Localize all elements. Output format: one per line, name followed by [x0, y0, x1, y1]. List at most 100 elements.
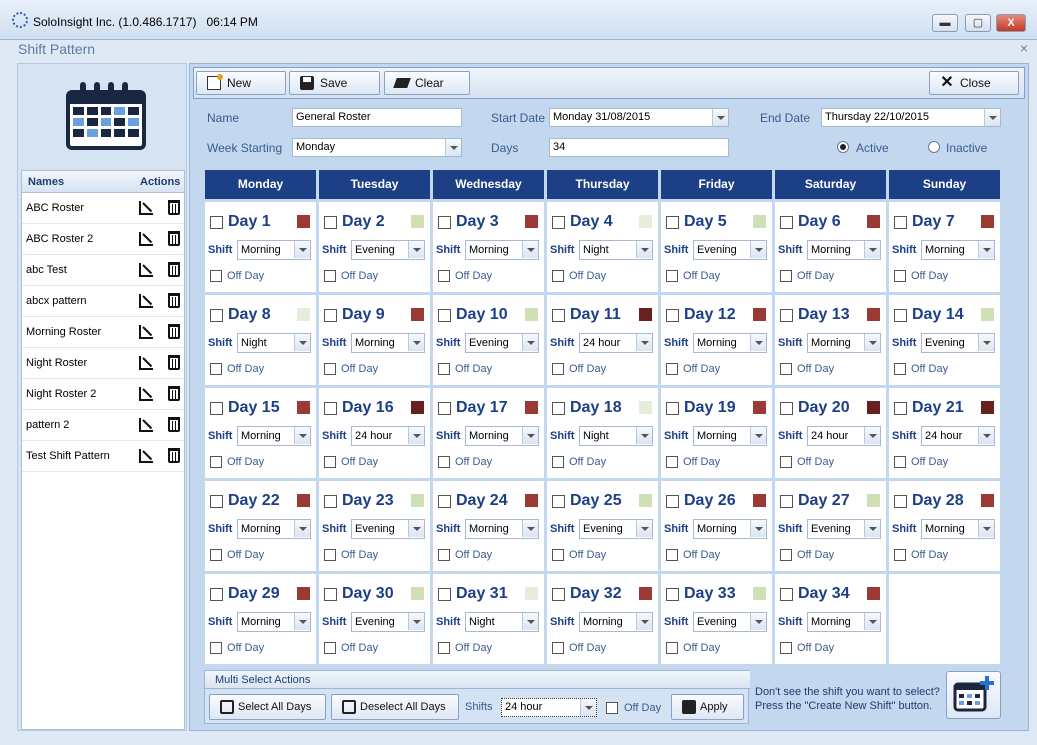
- active-radio[interactable]: [837, 141, 849, 153]
- trash-icon[interactable]: [168, 417, 180, 432]
- save-button[interactable]: Save: [289, 71, 380, 95]
- off-day-checkbox[interactable]: [894, 456, 906, 468]
- inactive-radio[interactable]: [928, 141, 940, 153]
- chevron-down-icon[interactable]: [294, 427, 310, 444]
- new-button[interactable]: New: [196, 71, 286, 95]
- trash-icon[interactable]: [168, 293, 180, 308]
- pattern-list-item[interactable]: abcx pattern: [22, 286, 184, 317]
- shift-select[interactable]: 24 hour: [807, 426, 881, 446]
- day-select-checkbox[interactable]: [210, 402, 223, 415]
- apply-button[interactable]: Apply: [671, 694, 744, 720]
- window-close-button[interactable]: X: [996, 14, 1026, 32]
- shift-select[interactable]: Evening: [351, 612, 425, 632]
- shift-select[interactable]: Evening: [693, 240, 767, 260]
- day-select-checkbox[interactable]: [438, 588, 451, 601]
- day-select-checkbox[interactable]: [666, 309, 679, 322]
- off-day-checkbox[interactable]: [666, 549, 678, 561]
- chevron-down-icon[interactable]: [864, 427, 880, 444]
- shift-select[interactable]: Evening: [693, 612, 767, 632]
- off-day-checkbox[interactable]: [438, 456, 450, 468]
- off-day-checkbox[interactable]: [666, 270, 678, 282]
- chevron-down-icon[interactable]: [712, 109, 728, 126]
- pattern-list-item[interactable]: ABC Roster 2: [22, 224, 184, 255]
- pattern-list-item[interactable]: ABC Roster: [22, 193, 184, 224]
- off-day-checkbox[interactable]: [438, 270, 450, 282]
- shift-select[interactable]: Morning: [693, 333, 767, 353]
- trash-icon[interactable]: [168, 355, 180, 370]
- trash-icon[interactable]: [168, 200, 180, 215]
- off-day-checkbox[interactable]: [324, 642, 336, 654]
- shift-select[interactable]: Evening: [351, 240, 425, 260]
- day-select-checkbox[interactable]: [324, 495, 337, 508]
- chevron-down-icon[interactable]: [636, 427, 652, 444]
- chevron-down-icon[interactable]: [636, 241, 652, 258]
- day-select-checkbox[interactable]: [780, 309, 793, 322]
- off-day-checkbox[interactable]: [666, 456, 678, 468]
- shift-select[interactable]: Morning: [351, 333, 425, 353]
- start-date-picker[interactable]: Monday 31/08/2015: [549, 108, 729, 127]
- off-day-checkbox[interactable]: [780, 270, 792, 282]
- select-all-days-button[interactable]: Select All Days: [209, 694, 326, 720]
- day-select-checkbox[interactable]: [780, 402, 793, 415]
- off-day-checkbox[interactable]: [552, 270, 564, 282]
- chevron-down-icon[interactable]: [750, 427, 766, 444]
- chevron-down-icon[interactable]: [636, 613, 652, 630]
- create-new-shift-button[interactable]: [946, 671, 1001, 719]
- shift-select[interactable]: Morning: [237, 612, 311, 632]
- chevron-down-icon[interactable]: [294, 334, 310, 351]
- shift-select[interactable]: 24 hour: [351, 426, 425, 446]
- off-day-checkbox[interactable]: [438, 549, 450, 561]
- off-day-checkbox[interactable]: [210, 549, 222, 561]
- day-select-checkbox[interactable]: [552, 402, 565, 415]
- chevron-down-icon[interactable]: [408, 334, 424, 351]
- chevron-down-icon[interactable]: [636, 334, 652, 351]
- shift-select[interactable]: Night: [579, 240, 653, 260]
- shift-select[interactable]: Morning: [807, 612, 881, 632]
- chevron-down-icon[interactable]: [522, 520, 538, 537]
- day-select-checkbox[interactable]: [324, 588, 337, 601]
- pattern-list-item[interactable]: pattern 2: [22, 410, 184, 441]
- off-day-checkbox[interactable]: [666, 363, 678, 375]
- chevron-down-icon[interactable]: [445, 139, 461, 156]
- day-select-checkbox[interactable]: [210, 216, 223, 229]
- pattern-list-item[interactable]: Test Shift Pattern: [22, 441, 184, 472]
- chevron-down-icon[interactable]: [522, 241, 538, 258]
- shift-select[interactable]: Morning: [237, 240, 311, 260]
- off-day-checkbox[interactable]: [552, 549, 564, 561]
- shift-select[interactable]: Evening: [579, 519, 653, 539]
- edit-icon[interactable]: [139, 387, 153, 401]
- trash-icon[interactable]: [168, 448, 180, 463]
- day-select-checkbox[interactable]: [780, 495, 793, 508]
- trash-icon[interactable]: [168, 324, 180, 339]
- chevron-down-icon[interactable]: [750, 613, 766, 630]
- off-day-checkbox[interactable]: [324, 363, 336, 375]
- trash-icon[interactable]: [168, 231, 180, 246]
- day-select-checkbox[interactable]: [894, 495, 907, 508]
- maximize-button[interactable]: ▢: [965, 14, 991, 32]
- day-select-checkbox[interactable]: [438, 495, 451, 508]
- edit-icon[interactable]: [139, 418, 153, 432]
- chevron-down-icon[interactable]: [750, 241, 766, 258]
- day-select-checkbox[interactable]: [210, 495, 223, 508]
- trash-icon[interactable]: [168, 262, 180, 277]
- chevron-down-icon[interactable]: [408, 613, 424, 630]
- day-select-checkbox[interactable]: [210, 309, 223, 322]
- day-select-checkbox[interactable]: [324, 402, 337, 415]
- off-day-checkbox[interactable]: [552, 642, 564, 654]
- chevron-down-icon[interactable]: [522, 334, 538, 351]
- shift-select[interactable]: Night: [579, 426, 653, 446]
- day-select-checkbox[interactable]: [552, 588, 565, 601]
- off-day-checkbox[interactable]: [552, 363, 564, 375]
- day-select-checkbox[interactable]: [666, 588, 679, 601]
- shift-select[interactable]: Morning: [693, 426, 767, 446]
- off-day-checkbox[interactable]: [324, 270, 336, 282]
- off-day-checkbox[interactable]: [894, 270, 906, 282]
- off-day-checkbox[interactable]: [666, 642, 678, 654]
- chevron-down-icon[interactable]: [522, 613, 538, 630]
- dialog-close-icon[interactable]: ×: [1020, 40, 1028, 56]
- day-select-checkbox[interactable]: [894, 216, 907, 229]
- chevron-down-icon[interactable]: [750, 334, 766, 351]
- day-select-checkbox[interactable]: [438, 309, 451, 322]
- chevron-down-icon[interactable]: [978, 427, 994, 444]
- shift-select[interactable]: Morning: [921, 519, 995, 539]
